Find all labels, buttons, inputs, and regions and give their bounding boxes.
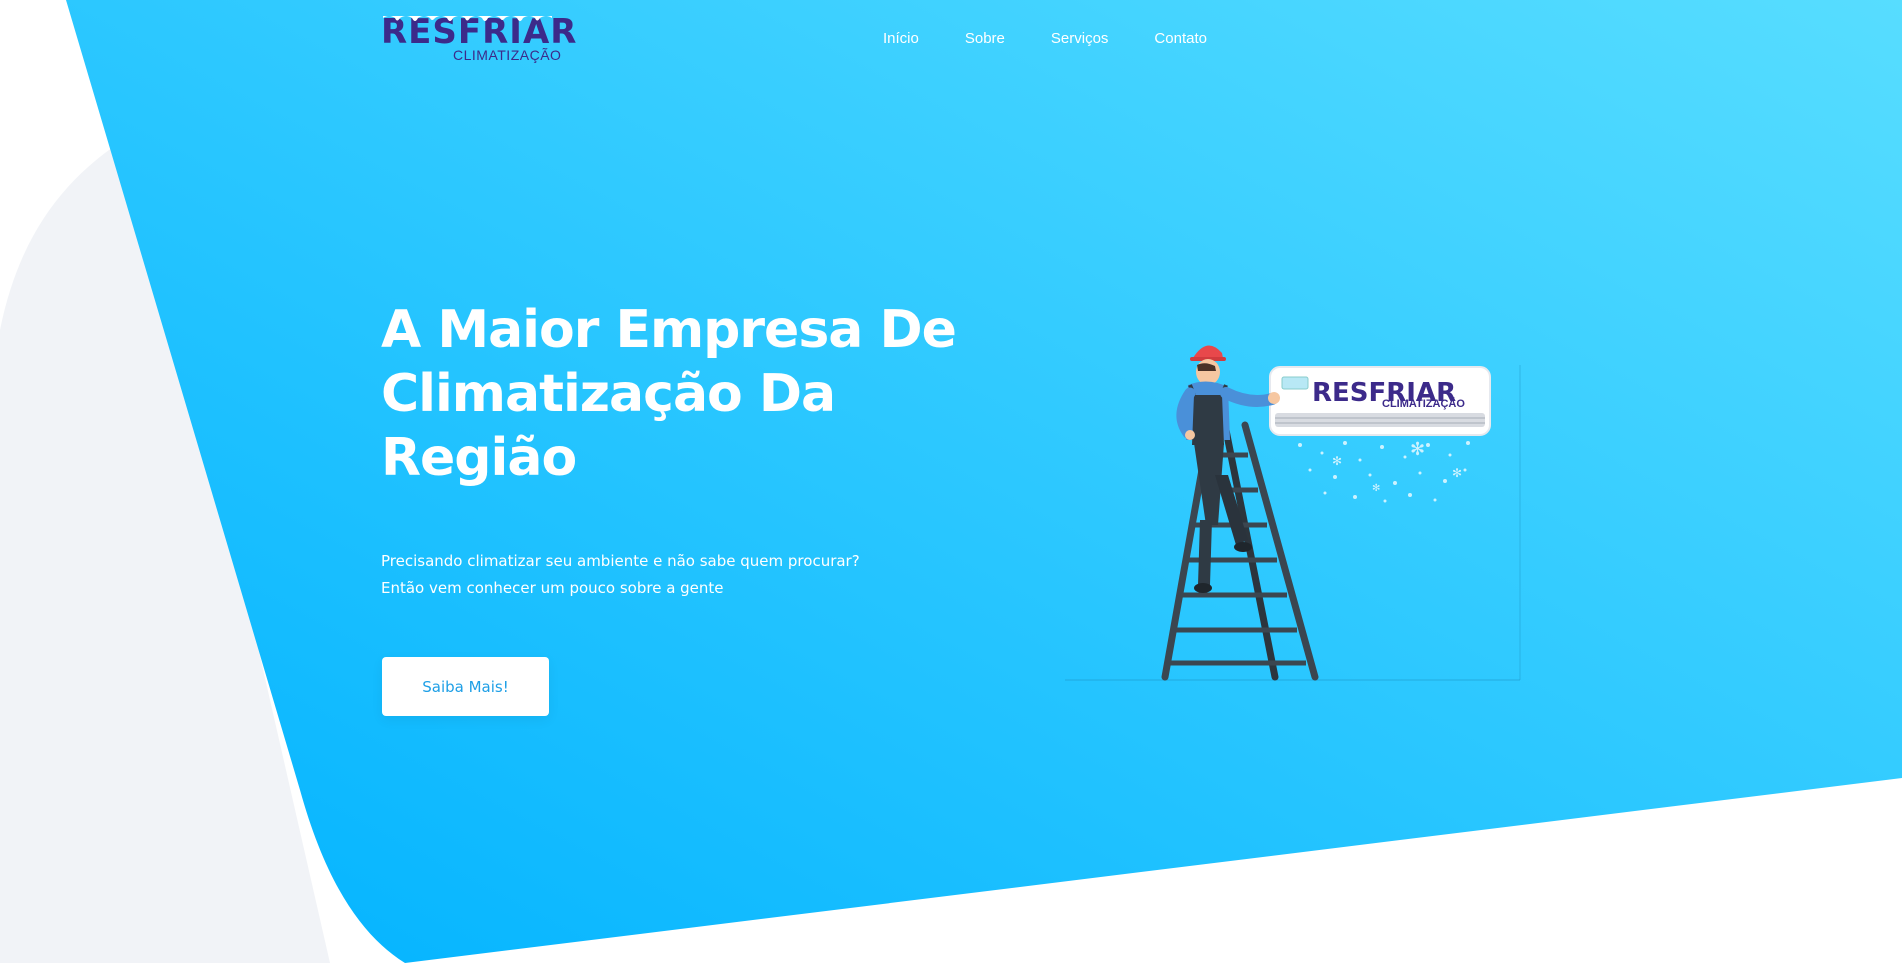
ac-subtitle-text: CLIMATIZAÇÃO [1382, 397, 1465, 410]
nav-item-contato[interactable]: Contato [1154, 30, 1207, 47]
brand-logo[interactable]: RESFRIAR CLIMATIZAÇÃO [381, 14, 576, 64]
hero-description: Precisando climatizar seu ambiente e não… [381, 548, 860, 602]
cold-air-icon: ✻ ✻ ✻ ✻ [1298, 439, 1470, 503]
svg-text:✻: ✻ [1410, 439, 1425, 460]
hero-description-line: Precisando climatizar seu ambiente e não… [381, 552, 860, 570]
hero-title-line: A Maior Empresa De [381, 300, 957, 360]
snow-cap-icon [383, 16, 552, 21]
hero-description-line: Então vem conhecer um pouco sobre a gent… [381, 579, 724, 597]
hero-title: A Maior Empresa De Climatização Da Regiã… [381, 298, 1001, 490]
svg-text:✻: ✻ [1332, 454, 1342, 468]
hero-title-line: Região [381, 428, 577, 488]
main-nav: Início Sobre Serviços Contato [883, 30, 1253, 47]
learn-more-button[interactable]: Saiba Mais! [382, 657, 549, 716]
svg-text:✻: ✻ [1372, 483, 1380, 494]
hero-title-line: Climatização Da [381, 364, 836, 424]
nav-item-inicio[interactable]: Início [883, 30, 919, 47]
site-header: RESFRIAR CLIMATIZAÇÃO Início Sobre Servi… [0, 0, 1902, 80]
nav-item-sobre[interactable]: Sobre [965, 30, 1005, 47]
nav-item-servicos[interactable]: Serviços [1051, 30, 1109, 47]
brand-logo-subtitle: CLIMATIZAÇÃO [453, 47, 562, 63]
technician-illustration: RESFRIAR CLIMATIZAÇÃO ✻ ✻ ✻ ✻ [1065, 345, 1521, 681]
air-conditioner-icon: RESFRIAR CLIMATIZAÇÃO [1269, 366, 1491, 436]
svg-text:✻: ✻ [1452, 466, 1462, 480]
